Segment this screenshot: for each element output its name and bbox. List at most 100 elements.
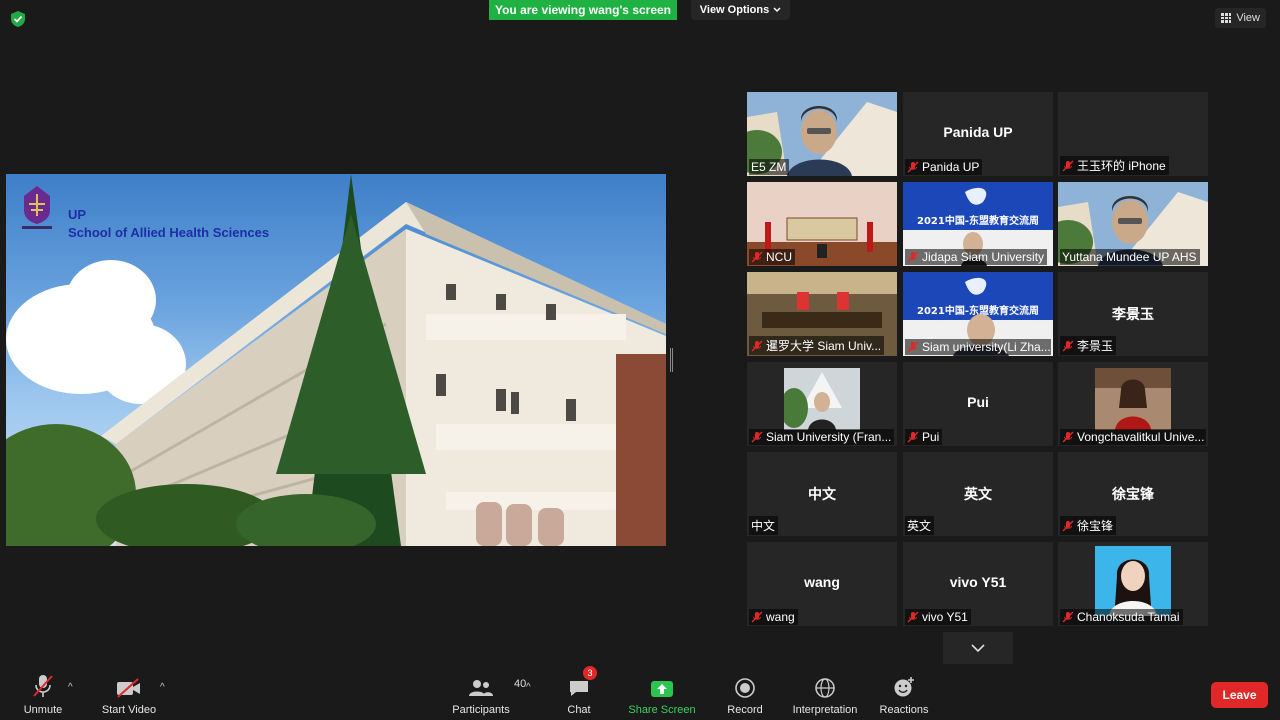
leave-button[interactable]: Leave [1211,682,1268,708]
participant-tile[interactable]: 徐宝锋 徐宝锋 [1058,452,1208,536]
participant-video [784,368,860,430]
participant-tile[interactable]: 王玉环的 iPhone [1058,92,1208,176]
participant-tile[interactable]: 暹罗大学 Siam Univ... [747,272,897,356]
participants-button[interactable]: 40 Participants [450,672,526,716]
microphone-muted-icon [1062,160,1074,171]
unmute-label: Unmute [23,704,63,716]
view-options-button[interactable]: View Options [691,0,790,20]
chat-label: Chat [567,704,591,716]
participants-label: Participants [452,704,510,716]
participant-name: Panida UP [922,160,980,174]
participant-name-center: Panida UP [943,124,1013,140]
chat-bubble-icon [570,681,588,696]
globe-icon [815,678,835,698]
participants-options-caret-icon[interactable]: ^ [526,682,531,693]
university-logo-icon [22,186,52,229]
microphone-muted-icon [907,251,919,263]
participant-name-label: Chanoksuda Tamai [1060,609,1183,625]
slide-title: UP School of Allied Health Sciences [68,206,269,242]
chevron-down-icon [971,644,985,652]
next-page-button[interactable] [943,632,1013,664]
slide-title-line2: School of Allied Health Sciences [68,225,270,240]
participant-tile[interactable]: E5 ZM [747,92,897,176]
participant-name-label: Panida UP [905,159,983,175]
audio-options-caret-icon[interactable]: ^ [68,682,73,693]
meeting-toolbar: Unmute ^ Start Video ^ 40 Participants ^ [0,664,1280,720]
participant-video [1095,368,1171,430]
participant-tile[interactable]: 2021中国-东盟教育交流周 Jidapa Siam University [903,182,1053,266]
participant-tile[interactable]: Siam University (Fran... [747,362,897,446]
leave-label: Leave [1222,688,1257,702]
participant-name-center: wang [804,574,840,590]
microphone-muted-icon [1062,611,1074,623]
participant-name-label: Pui [905,429,943,445]
participant-name: 徐宝锋 [1077,519,1114,533]
security-shield-icon[interactable] [10,10,26,28]
participant-name-center: 李景玉 [1112,306,1154,322]
unmute-button[interactable]: Unmute [18,672,68,716]
share-screen-button[interactable]: Share Screen [626,672,698,716]
participants-count: 40 [514,678,527,690]
participant-tile[interactable]: Pui Pui [903,362,1053,446]
participant-name-label: Siam university(Li Zha... [905,339,1051,355]
participant-name-label: NCU [749,249,795,265]
interpretation-button[interactable]: Interpretation [788,672,862,716]
participant-name-label: wang [749,609,798,625]
view-button[interactable]: View [1215,8,1266,28]
participant-tile[interactable]: 2021中国-东盟教育交流周 Siam university(Li Zha... [903,272,1053,356]
participant-tile[interactable]: Vongchavalitkul Unive... [1058,362,1208,446]
participant-name-label: Siam University (Fran... [749,429,895,445]
participant-name-label: Jidapa Siam University [905,249,1048,265]
start-video-label: Start Video [101,704,157,716]
participant-name: Yuttana Mundee UP AHS [1062,250,1197,264]
participant-tile[interactable]: wang wang [747,542,897,626]
participant-name-label: 暹罗大学 Siam Univ... [749,336,885,355]
participant-name: Siam University (Fran... [766,430,892,444]
participant-name: 李景玉 [1077,339,1114,353]
participant-name: Pui [922,430,940,444]
microphone-muted-icon [1062,520,1074,531]
resize-handle[interactable] [670,348,673,372]
participant-name: Vongchavalitkul Unive... [1077,430,1205,444]
participant-name: Chanoksuda Tamai [1077,610,1180,624]
reactions-button[interactable]: Reactions [878,672,930,716]
chat-unread-badge: 3 [583,666,597,680]
microphone-muted-icon [751,251,763,263]
chevron-down-icon [773,7,781,13]
participant-tile[interactable]: vivo Y51 vivo Y51 [903,542,1053,626]
participant-name-center: Pui [967,394,989,410]
viewing-screen-banner: You are viewing wang's screen [489,0,677,20]
microphone-muted-icon [907,161,919,173]
participant-tile[interactable]: Chanoksuda Tamai [1058,542,1208,626]
record-icon [735,678,755,698]
record-button[interactable]: Record [724,672,766,716]
microphone-muted-icon [1062,431,1074,443]
participant-name-label: vivo Y51 [905,609,971,625]
video-camera-off-icon [117,678,140,698]
record-label: Record [727,704,763,716]
video-options-caret-icon[interactable]: ^ [160,682,165,693]
share-screen-label: Share Screen [628,704,696,716]
shared-screen[interactable]: UP School of Allied Health Sciences [6,174,666,546]
participant-name-label: E5 ZM [749,159,790,175]
participant-tile[interactable]: NCU [747,182,897,266]
participant-name-center: 中文 [808,486,836,502]
start-video-button[interactable]: Start Video [100,672,158,716]
participant-tile[interactable]: 中文 中文 [747,452,897,536]
participant-name: 王玉环的 iPhone [1077,159,1166,173]
participant-name-center: vivo Y51 [949,574,1007,590]
microphone-muted-icon [33,675,53,697]
share-screen-arrow-icon [651,681,673,697]
slide-title-line1: UP [68,207,87,222]
participant-tile[interactable]: 李景玉 李景玉 [1058,272,1208,356]
participant-name: NCU [766,250,792,264]
chat-button[interactable]: 3 Chat [560,666,598,716]
participant-tile[interactable]: Panida UP Panida UP [903,92,1053,176]
participant-name-label: Yuttana Mundee UP AHS [1060,249,1200,265]
participant-tile[interactable]: 英文 英文 [903,452,1053,536]
participant-name-center: 英文 [964,486,992,502]
participants-icon [469,680,493,696]
participant-tile[interactable]: Yuttana Mundee UP AHS [1058,182,1208,266]
microphone-muted-icon [907,611,919,623]
view-label: View [1236,12,1260,24]
